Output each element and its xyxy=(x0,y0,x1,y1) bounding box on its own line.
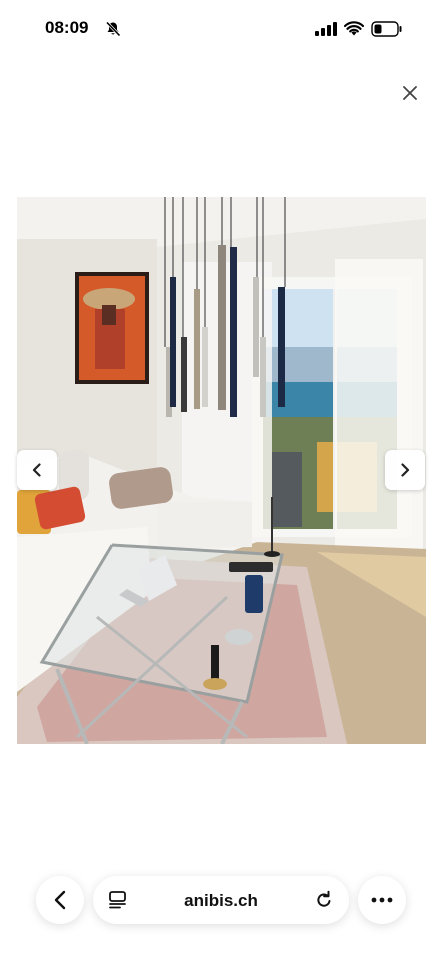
image-viewer-page: 08:09 anibis.ch xyxy=(0,0,442,960)
chevron-left-icon xyxy=(32,463,41,477)
bell-slash-icon xyxy=(105,21,121,37)
wifi-icon xyxy=(344,21,364,36)
previous-image-button[interactable] xyxy=(17,450,57,490)
url-text[interactable]: anibis.ch xyxy=(93,891,349,911)
browser-back-button[interactable] xyxy=(36,876,84,924)
status-time: 08:09 xyxy=(45,18,89,37)
chevron-left-icon xyxy=(54,890,66,910)
listing-photo xyxy=(17,197,426,744)
battery-icon xyxy=(371,21,402,37)
address-bar[interactable]: anibis.ch xyxy=(93,876,349,924)
signal-bars-icon xyxy=(315,22,337,36)
next-image-button[interactable] xyxy=(385,450,425,490)
reload-icon[interactable] xyxy=(314,890,334,910)
more-dots-icon xyxy=(371,897,393,903)
more-options-button[interactable] xyxy=(358,876,406,924)
chevron-right-icon xyxy=(401,463,410,477)
close-icon xyxy=(403,86,417,100)
close-button[interactable] xyxy=(398,81,422,105)
